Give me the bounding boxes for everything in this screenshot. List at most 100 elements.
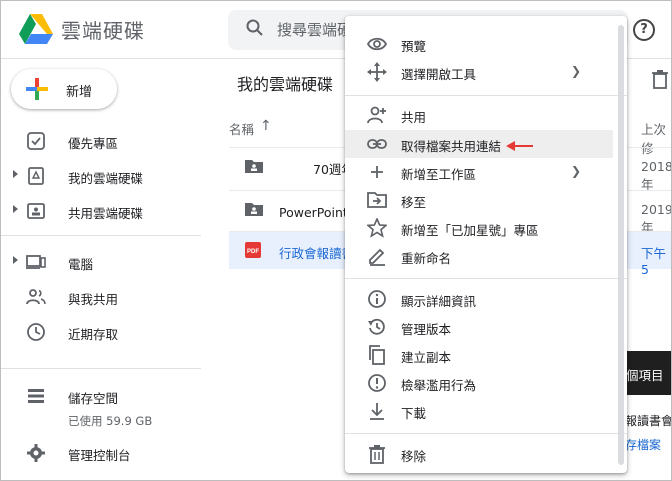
my-drive-icon	[28, 167, 44, 185]
download-icon	[370, 403, 384, 420]
menu-item-view-details[interactable]: 顯示詳細資訊	[345, 285, 613, 313]
annotation-arrow-icon	[506, 141, 533, 151]
menu-item-get-link[interactable]: 取得檔案共用連結	[345, 130, 613, 158]
expand-arrow-icon[interactable]	[13, 205, 18, 213]
person-add-icon	[367, 106, 386, 124]
menu-item-label: 管理版本	[401, 322, 452, 337]
plus-icon	[371, 166, 383, 178]
clock-icon	[27, 323, 45, 341]
storage-usage: 已使用 59.9 GB	[68, 414, 153, 428]
drive-logo-icon	[19, 14, 53, 44]
sidebar-item-admin-console[interactable]: 管理控制台	[1, 435, 201, 469]
menu-divider	[345, 95, 627, 96]
sidebar-item-priority[interactable]: 優先專區	[1, 123, 201, 157]
menu-item-report-abuse[interactable]: 檢舉濫用行為	[345, 369, 613, 397]
people-icon	[26, 289, 46, 305]
report-icon	[368, 374, 386, 392]
sidebar-item-label: 與我共用	[68, 292, 119, 307]
copy-icon	[369, 345, 385, 365]
menu-scrollbar[interactable]	[618, 25, 624, 465]
shared-folder-icon	[245, 160, 263, 173]
sidebar-item-label: 電腦	[68, 257, 94, 272]
menu-divider	[345, 433, 627, 434]
search-icon[interactable]	[246, 19, 264, 37]
page-title: 我的雲端硬碟	[237, 75, 334, 94]
menu-divider	[345, 278, 627, 279]
new-button-label: 新增	[66, 85, 93, 100]
menu-item-label: 移除	[401, 449, 427, 464]
menu-item-label: 顯示詳細資訊	[401, 294, 477, 309]
shared-folder-icon	[245, 203, 263, 216]
history-icon	[368, 318, 385, 335]
details-filename: 報讀書會	[625, 414, 672, 428]
sidebar-item-label: 優先專區	[68, 136, 119, 151]
shared-drives-icon	[27, 203, 45, 219]
chevron-right-icon: ❯	[571, 164, 582, 178]
sidebar-item-my-drive[interactable]: 我的雲端硬碟	[1, 158, 201, 192]
chevron-right-icon: ❯	[571, 64, 582, 78]
move-to-folder-icon	[367, 192, 387, 208]
details-header: 個項目	[621, 351, 671, 395]
svg-text:PDF: PDF	[247, 249, 259, 255]
menu-item-move-to[interactable]: 移至	[345, 186, 613, 214]
sidebar-item-label: 管理控制台	[68, 448, 131, 463]
expand-arrow-icon[interactable]	[13, 170, 18, 178]
menu-item-open-with[interactable]: 選擇開啟工具 ❯	[345, 58, 613, 86]
menu-item-label: 選擇開啟工具	[401, 67, 477, 82]
menu-item-label: 取得檔案共用連結	[401, 139, 502, 154]
storage-icon	[28, 389, 44, 403]
menu-item-share[interactable]: 共用	[345, 101, 613, 129]
sidebar-item-shared-drives[interactable]: 共用雲端硬碟	[1, 193, 201, 227]
sidebar-item-storage[interactable]: 儲存空間	[1, 378, 201, 412]
help-icon[interactable]: ?	[633, 19, 655, 41]
menu-item-preview[interactable]: 預覽	[345, 30, 613, 58]
expand-arrow-icon[interactable]	[13, 256, 18, 264]
sidebar-item-label: 共用雲端硬碟	[68, 206, 144, 221]
details-count: 個項目	[626, 368, 664, 383]
menu-item-label: 預覽	[401, 39, 427, 54]
sidebar-item-recent[interactable]: 近期存取	[1, 314, 201, 348]
menu-item-add-to-starred[interactable]: 新增至「已加星號」專區	[345, 214, 613, 242]
sidebar-item-label: 儲存空間	[68, 391, 119, 406]
trash-icon[interactable]	[651, 69, 669, 89]
file-name: 行政會報讀書	[279, 246, 355, 261]
check-square-icon	[27, 132, 45, 150]
app-title: 雲端硬碟	[61, 19, 145, 43]
menu-item-label: 檢舉濫用行為	[401, 378, 477, 393]
info-icon	[368, 290, 386, 308]
column-header-name[interactable]: 名稱	[229, 119, 254, 138]
menu-item-download[interactable]: 下載	[345, 397, 613, 425]
sort-arrow-icon[interactable]: ↑	[260, 118, 272, 134]
menu-item-label: 新增至工作區	[401, 167, 477, 182]
sidebar-divider	[1, 235, 201, 236]
context-menu: 預覽 選擇開啟工具 ❯ 共用 取得檔案共用連結 新增至工作區 ❯ 移至 新增至「…	[345, 16, 627, 473]
menu-item-remove[interactable]: 移除	[345, 440, 613, 468]
trash-icon	[369, 445, 385, 464]
menu-item-label: 建立副本	[401, 350, 452, 365]
pencil-icon	[369, 248, 385, 266]
menu-item-make-copy[interactable]: 建立副本	[345, 341, 613, 369]
file-date: 2018年	[641, 159, 672, 192]
colored-plus-icon	[26, 78, 48, 100]
file-date: 下午5	[641, 246, 667, 277]
menu-item-label: 共用	[401, 110, 427, 125]
sidebar-item-shared-with-me[interactable]: 與我共用	[1, 279, 201, 313]
menu-item-add-to-workspace[interactable]: 新增至工作區 ❯	[345, 158, 613, 186]
menu-item-manage-versions[interactable]: 管理版本	[345, 313, 613, 341]
eye-icon	[367, 37, 387, 51]
menu-item-label: 新增至「已加星號」專區	[401, 223, 539, 238]
drive-window: 雲端硬碟 搜尋雲端硬 ? 新增 優先專區 我的雲端硬碟 共用雲端硬碟 電腦 與我…	[0, 0, 672, 481]
search-input[interactable]: 搜尋雲端硬	[277, 19, 352, 40]
computers-icon	[26, 255, 46, 269]
open-with-icon	[367, 62, 387, 82]
details-location-link[interactable]: 存檔案	[625, 436, 661, 453]
pdf-icon: PDF	[245, 242, 261, 258]
menu-item-label: 重新命名	[401, 251, 452, 266]
sidebar-item-label: 我的雲端硬碟	[68, 171, 144, 186]
star-icon	[367, 218, 387, 238]
new-button[interactable]: 新增	[11, 69, 117, 109]
sidebar-item-computers[interactable]: 電腦	[1, 244, 201, 278]
menu-item-rename[interactable]: 重新命名	[345, 242, 613, 270]
menu-item-label: 移至	[401, 195, 427, 210]
sidebar-divider	[1, 368, 201, 369]
